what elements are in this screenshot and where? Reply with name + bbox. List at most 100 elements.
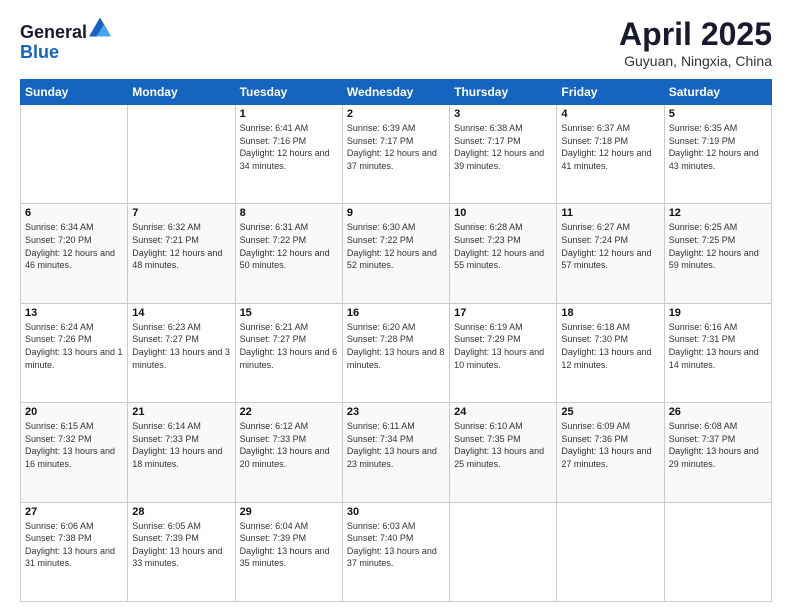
day-number: 28 bbox=[132, 506, 230, 518]
day-number: 20 bbox=[25, 406, 123, 418]
header-wednesday: Wednesday bbox=[342, 80, 449, 105]
day-info: Sunrise: 6:15 AM Sunset: 7:32 PM Dayligh… bbox=[25, 420, 123, 470]
day-number: 16 bbox=[347, 307, 445, 319]
table-row: 7 Sunrise: 6:32 AM Sunset: 7:21 PM Daylig… bbox=[128, 204, 235, 303]
day-number: 10 bbox=[454, 207, 552, 219]
header-saturday: Saturday bbox=[664, 80, 771, 105]
location: Guyuan, Ningxia, China bbox=[619, 53, 772, 69]
day-info: Sunrise: 6:23 AM Sunset: 7:27 PM Dayligh… bbox=[132, 321, 230, 371]
day-info: Sunrise: 6:41 AM Sunset: 7:16 PM Dayligh… bbox=[240, 122, 338, 172]
day-info: Sunrise: 6:04 AM Sunset: 7:39 PM Dayligh… bbox=[240, 520, 338, 570]
table-row: 13 Sunrise: 6:24 AM Sunset: 7:26 PM Dayli… bbox=[21, 303, 128, 402]
day-info: Sunrise: 6:09 AM Sunset: 7:36 PM Dayligh… bbox=[561, 420, 659, 470]
title-block: April 2025 Guyuan, Ningxia, China bbox=[619, 16, 772, 69]
table-row: 2Sunrise: 6:39 AM Sunset: 7:17 PM Daylig… bbox=[342, 105, 449, 204]
calendar-header-row: Sunday Monday Tuesday Wednesday Thursday… bbox=[21, 80, 772, 105]
table-row: 20 Sunrise: 6:15 AM Sunset: 7:32 PM Dayli… bbox=[21, 403, 128, 502]
day-info: Sunrise: 6:14 AM Sunset: 7:33 PM Dayligh… bbox=[132, 420, 230, 470]
day-info: Sunrise: 6:06 AM Sunset: 7:38 PM Dayligh… bbox=[25, 520, 123, 570]
table-row: 6Sunrise: 6:34 AM Sunset: 7:20 PM Daylig… bbox=[21, 204, 128, 303]
day-info: Sunrise: 6:28 AM Sunset: 7:23 PM Dayligh… bbox=[454, 221, 552, 271]
month-title: April 2025 bbox=[619, 16, 772, 53]
day-info: Sunrise: 6:37 AM Sunset: 7:18 PM Dayligh… bbox=[561, 122, 659, 172]
header-tuesday: Tuesday bbox=[235, 80, 342, 105]
day-number: 7 bbox=[132, 207, 230, 219]
header-monday: Monday bbox=[128, 80, 235, 105]
table-row: 27 Sunrise: 6:06 AM Sunset: 7:38 PM Dayli… bbox=[21, 502, 128, 601]
day-info: Sunrise: 6:05 AM Sunset: 7:39 PM Dayligh… bbox=[132, 520, 230, 570]
day-info: Sunrise: 6:38 AM Sunset: 7:17 PM Dayligh… bbox=[454, 122, 552, 172]
table-row: 28 Sunrise: 6:05 AM Sunset: 7:39 PM Dayli… bbox=[128, 502, 235, 601]
table-row: 23 Sunrise: 6:11 AM Sunset: 7:34 PM Dayli… bbox=[342, 403, 449, 502]
table-row: 10 Sunrise: 6:28 AM Sunset: 7:23 PM Dayli… bbox=[450, 204, 557, 303]
calendar-week-1: 6Sunrise: 6:34 AM Sunset: 7:20 PM Daylig… bbox=[21, 204, 772, 303]
calendar-week-3: 20 Sunrise: 6:15 AM Sunset: 7:32 PM Dayli… bbox=[21, 403, 772, 502]
header-friday: Friday bbox=[557, 80, 664, 105]
day-info: Sunrise: 6:11 AM Sunset: 7:34 PM Dayligh… bbox=[347, 420, 445, 470]
table-row: 17Sunrise: 6:19 AM Sunset: 7:29 PM Dayli… bbox=[450, 303, 557, 402]
table-row: 15 Sunrise: 6:21 AM Sunset: 7:27 PM Dayli… bbox=[235, 303, 342, 402]
table-row bbox=[450, 502, 557, 601]
calendar-week-2: 13 Sunrise: 6:24 AM Sunset: 7:26 PM Dayli… bbox=[21, 303, 772, 402]
table-row bbox=[21, 105, 128, 204]
header-thursday: Thursday bbox=[450, 80, 557, 105]
day-number: 1 bbox=[240, 108, 338, 120]
logo-icon bbox=[89, 16, 111, 38]
day-info: Sunrise: 6:16 AM Sunset: 7:31 PM Dayligh… bbox=[669, 321, 767, 371]
day-info: Sunrise: 6:24 AM Sunset: 7:26 PM Dayligh… bbox=[25, 321, 123, 371]
day-number: 18 bbox=[561, 307, 659, 319]
day-number: 5 bbox=[669, 108, 767, 120]
day-info: Sunrise: 6:32 AM Sunset: 7:21 PM Dayligh… bbox=[132, 221, 230, 271]
day-number: 23 bbox=[347, 406, 445, 418]
day-info: Sunrise: 6:20 AM Sunset: 7:28 PM Dayligh… bbox=[347, 321, 445, 371]
day-number: 11 bbox=[561, 207, 659, 219]
day-number: 27 bbox=[25, 506, 123, 518]
day-info: Sunrise: 6:30 AM Sunset: 7:22 PM Dayligh… bbox=[347, 221, 445, 271]
logo-general-text: General bbox=[20, 22, 87, 42]
table-row: 26Sunrise: 6:08 AM Sunset: 7:37 PM Dayli… bbox=[664, 403, 771, 502]
day-info: Sunrise: 6:19 AM Sunset: 7:29 PM Dayligh… bbox=[454, 321, 552, 371]
day-number: 24 bbox=[454, 406, 552, 418]
day-info: Sunrise: 6:25 AM Sunset: 7:25 PM Dayligh… bbox=[669, 221, 767, 271]
day-number: 3 bbox=[454, 108, 552, 120]
day-info: Sunrise: 6:39 AM Sunset: 7:17 PM Dayligh… bbox=[347, 122, 445, 172]
table-row bbox=[128, 105, 235, 204]
day-info: Sunrise: 6:10 AM Sunset: 7:35 PM Dayligh… bbox=[454, 420, 552, 470]
table-row bbox=[557, 502, 664, 601]
day-number: 30 bbox=[347, 506, 445, 518]
day-number: 6 bbox=[25, 207, 123, 219]
day-number: 8 bbox=[240, 207, 338, 219]
table-row: 18 Sunrise: 6:18 AM Sunset: 7:30 PM Dayli… bbox=[557, 303, 664, 402]
logo-block: General Blue bbox=[20, 16, 111, 63]
calendar-week-0: 1 Sunrise: 6:41 AM Sunset: 7:16 PM Daylig… bbox=[21, 105, 772, 204]
day-info: Sunrise: 6:18 AM Sunset: 7:30 PM Dayligh… bbox=[561, 321, 659, 371]
table-row: 5 Sunrise: 6:35 AM Sunset: 7:19 PM Daylig… bbox=[664, 105, 771, 204]
day-info: Sunrise: 6:31 AM Sunset: 7:22 PM Dayligh… bbox=[240, 221, 338, 271]
day-number: 14 bbox=[132, 307, 230, 319]
day-number: 13 bbox=[25, 307, 123, 319]
table-row: 24 Sunrise: 6:10 AM Sunset: 7:35 PM Dayli… bbox=[450, 403, 557, 502]
day-info: Sunrise: 6:08 AM Sunset: 7:37 PM Dayligh… bbox=[669, 420, 767, 470]
page: General Blue April 2025 Guyuan, Ningxia,… bbox=[0, 0, 792, 612]
day-info: Sunrise: 6:03 AM Sunset: 7:40 PM Dayligh… bbox=[347, 520, 445, 570]
day-info: Sunrise: 6:27 AM Sunset: 7:24 PM Dayligh… bbox=[561, 221, 659, 271]
header: General Blue April 2025 Guyuan, Ningxia,… bbox=[20, 16, 772, 69]
day-number: 22 bbox=[240, 406, 338, 418]
day-info: Sunrise: 6:21 AM Sunset: 7:27 PM Dayligh… bbox=[240, 321, 338, 371]
day-number: 15 bbox=[240, 307, 338, 319]
day-number: 12 bbox=[669, 207, 767, 219]
table-row: 8 Sunrise: 6:31 AM Sunset: 7:22 PM Daylig… bbox=[235, 204, 342, 303]
day-info: Sunrise: 6:12 AM Sunset: 7:33 PM Dayligh… bbox=[240, 420, 338, 470]
day-info: Sunrise: 6:35 AM Sunset: 7:19 PM Dayligh… bbox=[669, 122, 767, 172]
day-number: 21 bbox=[132, 406, 230, 418]
day-number: 9 bbox=[347, 207, 445, 219]
day-number: 25 bbox=[561, 406, 659, 418]
table-row: 3 Sunrise: 6:38 AM Sunset: 7:17 PM Daylig… bbox=[450, 105, 557, 204]
table-row: 4 Sunrise: 6:37 AM Sunset: 7:18 PM Daylig… bbox=[557, 105, 664, 204]
table-row: 22 Sunrise: 6:12 AM Sunset: 7:33 PM Dayli… bbox=[235, 403, 342, 502]
table-row: 9 Sunrise: 6:30 AM Sunset: 7:22 PM Daylig… bbox=[342, 204, 449, 303]
day-number: 4 bbox=[561, 108, 659, 120]
header-sunday: Sunday bbox=[21, 80, 128, 105]
day-number: 29 bbox=[240, 506, 338, 518]
logo: General Blue bbox=[20, 16, 111, 63]
